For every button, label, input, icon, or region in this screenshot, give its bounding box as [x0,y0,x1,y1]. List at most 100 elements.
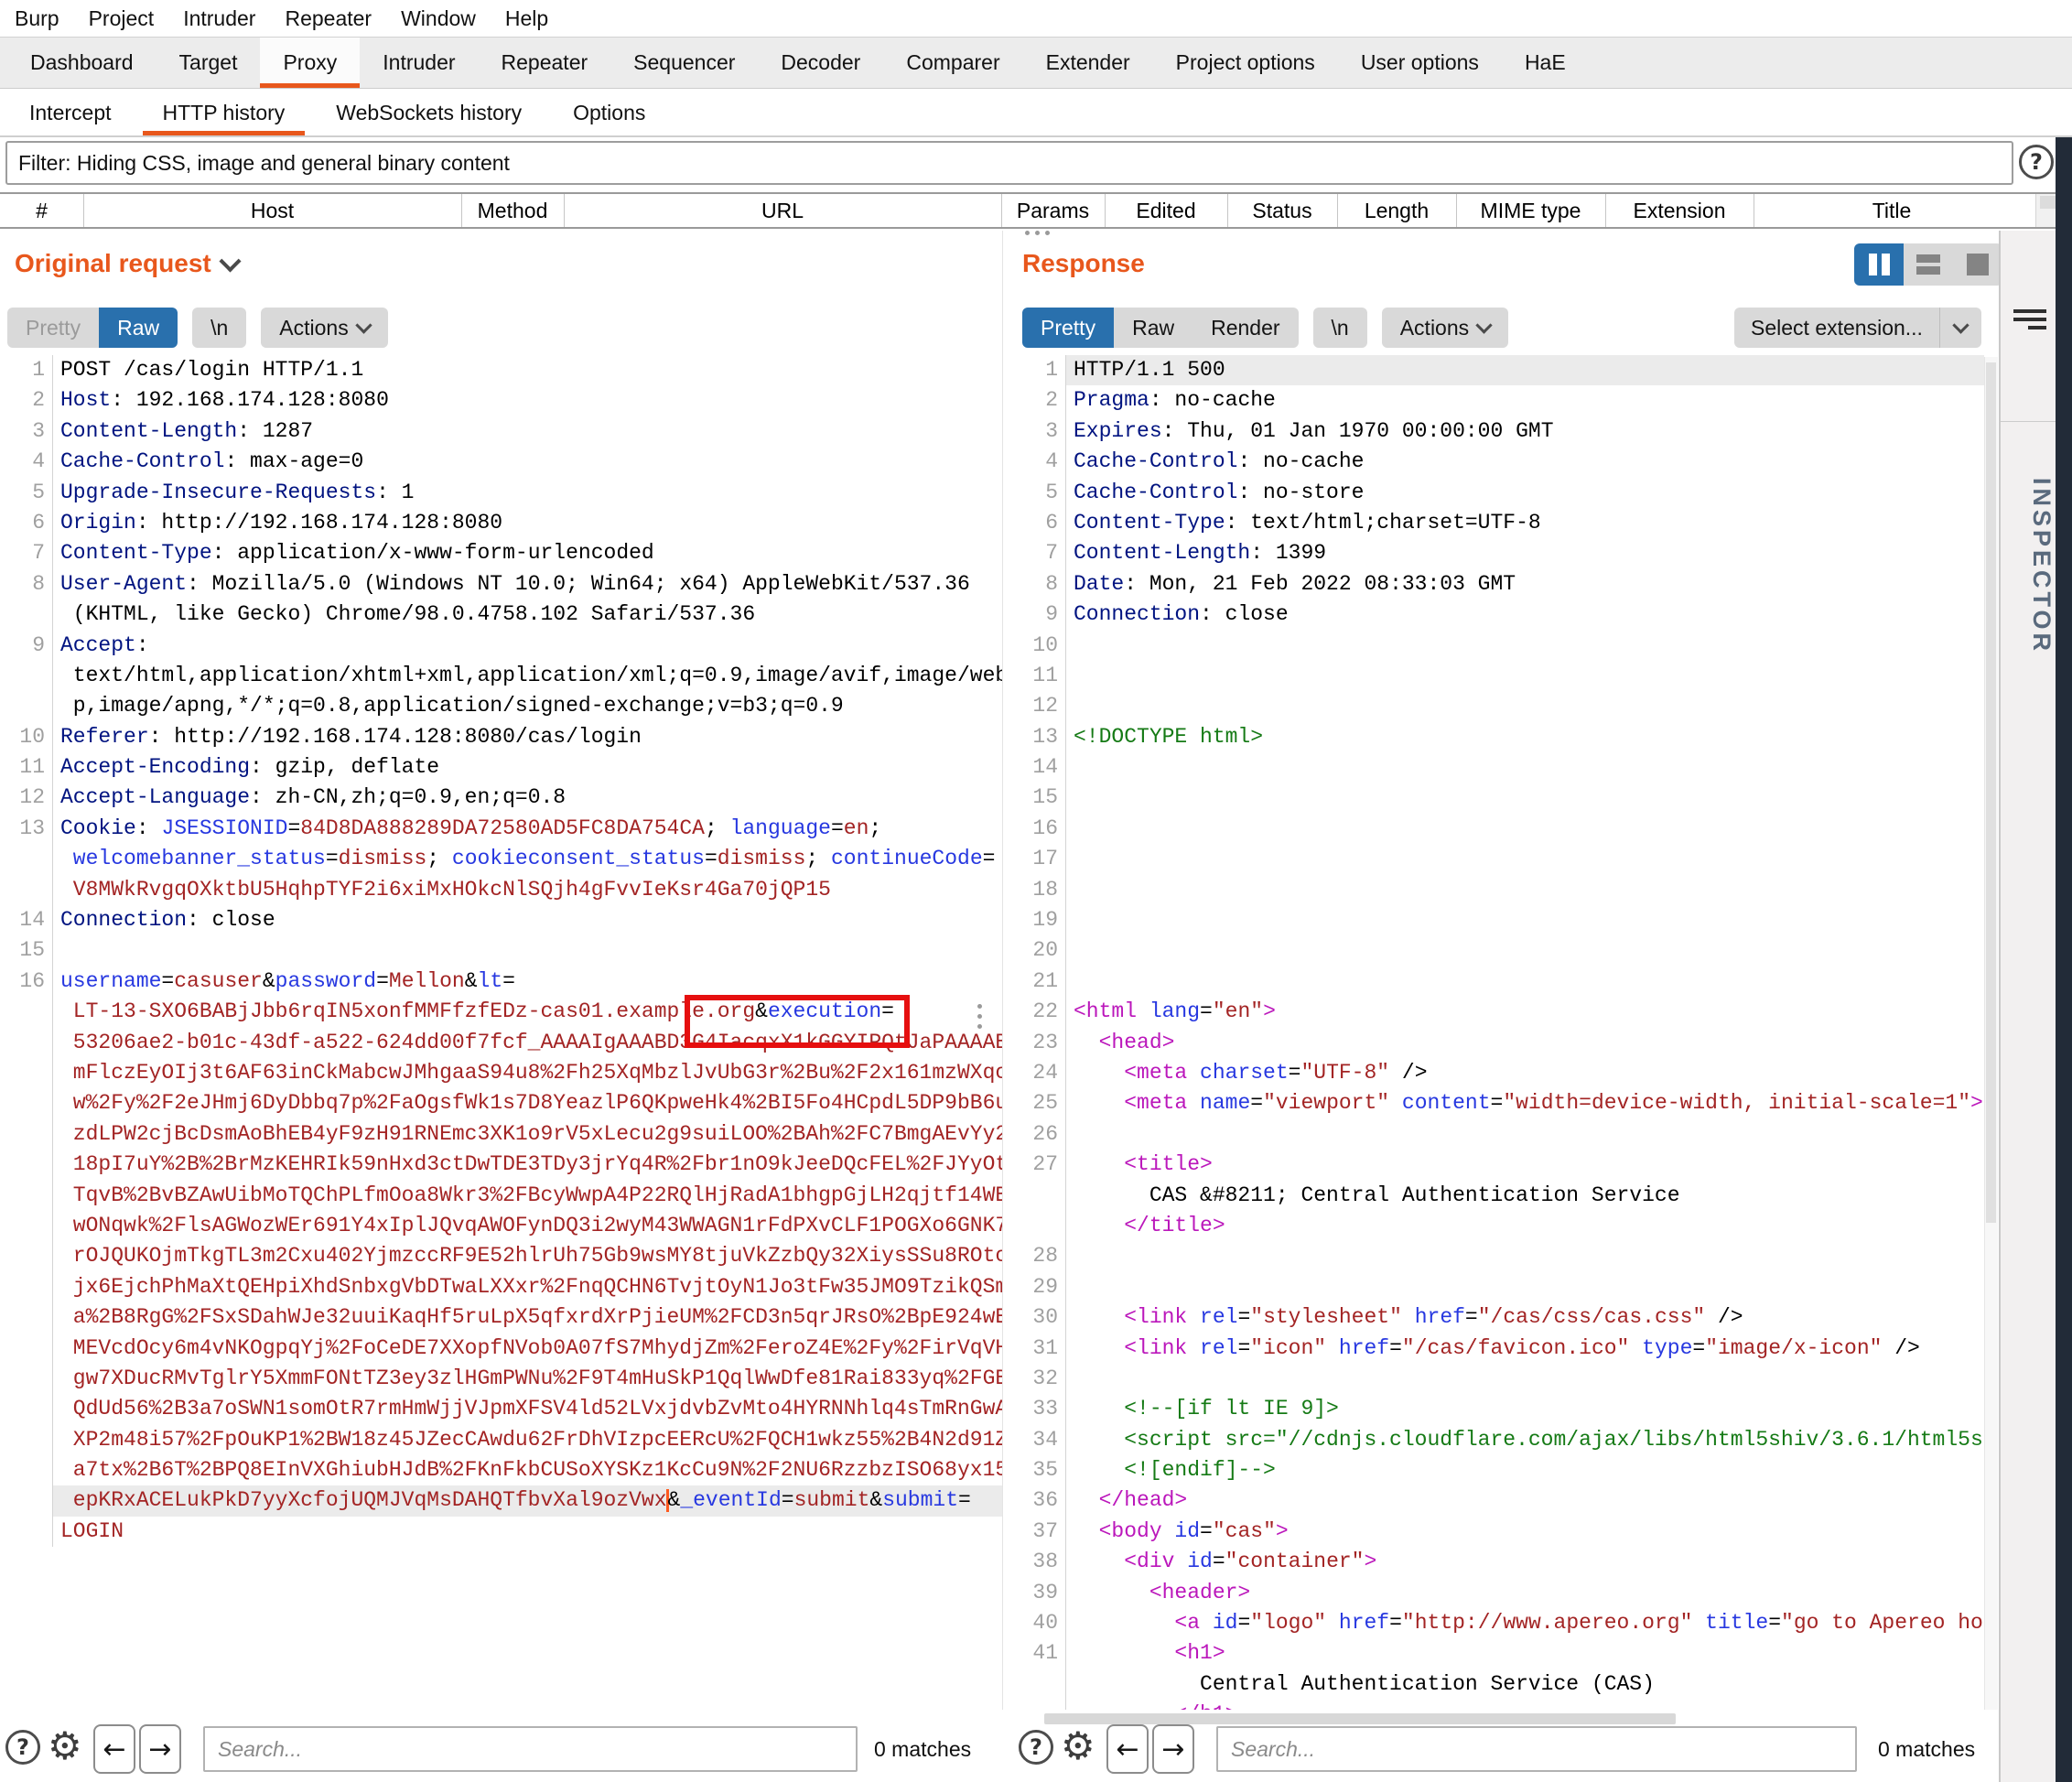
column-separator[interactable] [1456,194,1457,227]
menu-item-burp[interactable]: Burp [0,6,74,31]
column-separator[interactable] [1337,194,1338,227]
previous-match-button[interactable]: ← [1106,1724,1149,1774]
help-icon[interactable]: ? [2019,145,2054,179]
column-header-extension[interactable]: Extension [1605,194,1754,227]
code-row: QdUd56%2B3a7oSWN1somOtR7rmHmWjjVJpmXFSV4… [0,1394,1002,1424]
line-number: 19 [1013,905,1066,935]
code-row: CAS &#8211; Central Authentication Servi… [1013,1181,1984,1211]
tab-sequencer[interactable]: Sequencer [610,38,758,88]
n-tab-button[interactable]: \n [1313,308,1367,348]
raw-tab-button[interactable]: Raw [99,308,178,348]
column-header-mime-type[interactable]: MIME type [1456,194,1605,227]
tab-hae[interactable]: HaE [1502,38,1589,88]
response-vertical-scrollbar-thumb[interactable] [1986,362,1996,1223]
line-number [0,1485,53,1516]
column-header-host[interactable]: Host [83,194,461,227]
select-extension-dropdown[interactable]: Select extension... [1734,308,1981,348]
column-header-edited[interactable]: Edited [1105,194,1227,227]
line-number: 9 [1013,599,1066,630]
line-number [0,1394,53,1424]
response-panel-title: Response [1022,249,1145,278]
column-separator[interactable] [1105,194,1106,227]
menu-item-help[interactable]: Help [491,6,563,31]
column-header-method[interactable]: Method [461,194,564,227]
tab-options[interactable]: Options [547,90,671,135]
tab-proxy[interactable]: Proxy [260,38,360,88]
column-header-url[interactable]: URL [564,194,1001,227]
tab-http-history[interactable]: HTTP history [137,90,311,135]
gear-icon[interactable]: ⚙ [1061,1728,1095,1765]
line-number: 34 [1013,1425,1066,1455]
code-row: 8Date: Mon, 21 Feb 2022 08:33:03 GMT [1013,569,1984,599]
rows-layout-button[interactable] [1904,243,1953,286]
menu-item-project[interactable]: Project [74,6,169,31]
column-separator[interactable] [1001,194,1002,227]
line-number [0,1302,53,1333]
inspector-toggle[interactable] [2001,231,2056,422]
actions-tab-button[interactable]: Actions [1382,308,1508,348]
inspector-rail[interactable]: INSPECTOR [1999,231,2056,1782]
line-number: 36 [1013,1485,1066,1516]
next-match-button[interactable]: → [139,1724,181,1774]
pretty-tab-button[interactable]: Pretty [1022,308,1114,348]
tab-intruder[interactable]: Intruder [360,38,478,88]
n-tab-button[interactable]: \n [192,308,246,348]
search-input[interactable] [203,1726,858,1772]
tab-intercept[interactable]: Intercept [4,90,137,135]
next-match-button[interactable]: → [1152,1724,1194,1774]
line-number: 1 [0,355,53,385]
tab-target[interactable]: Target [156,38,261,88]
code-row: 19 [1013,905,1984,935]
code-row: 18pI7uY%2B%2BrMzKEHRIk59nHxd3ctDwTDE3TDy… [0,1150,1002,1180]
filter-bar[interactable]: Filter: Hiding CSS, image and general bi… [5,141,2013,185]
code-row: LOGIN [0,1517,1002,1547]
column-separator[interactable] [83,194,84,227]
menu-item-intruder[interactable]: Intruder [168,6,270,31]
gear-icon[interactable]: ⚙ [48,1728,82,1765]
render-tab-button[interactable]: Render [1192,308,1298,348]
column-separator[interactable] [461,194,462,227]
search-input[interactable] [1216,1726,1857,1772]
request-panel-title[interactable]: Original request [15,249,238,278]
help-icon[interactable]: ? [1019,1730,1053,1765]
columns-layout-button[interactable] [1854,243,1904,286]
code-row: a7tx%2B6T%2BPQ8EInVXGhiubHJdB%2FKnFkbCUS… [0,1455,1002,1485]
line-number: 12 [1013,691,1066,721]
response-editor[interactable]: 1HTTP/1.1 5002Pragma: no-cache3Expires: … [1013,355,1984,1710]
menu-item-repeater[interactable]: Repeater [270,6,386,31]
raw-tab-button[interactable]: Raw [1114,308,1192,348]
code-row: 12Accept-Language: zh-CN,zh;q=0.9,en;q=0… [0,783,1002,813]
line-number: 17 [1013,844,1066,874]
actions-tab-button[interactable]: Actions [261,308,387,348]
tab-websockets-history[interactable]: WebSockets history [310,90,547,135]
tab-user-options[interactable]: User options [1338,38,1502,88]
column-separator[interactable] [1227,194,1228,227]
horizontal-splitter-handle[interactable] [1025,231,1050,235]
help-icon[interactable]: ? [5,1730,40,1765]
column-header-[interactable]: # [0,194,83,227]
single-layout-button[interactable] [1953,243,2002,286]
previous-match-button[interactable]: ← [93,1724,135,1774]
tab-project-options[interactable]: Project options [1153,38,1338,88]
line-number [0,1334,53,1364]
column-separator[interactable] [564,194,565,227]
menu-item-window[interactable]: Window [386,6,491,31]
tab-dashboard[interactable]: Dashboard [7,38,156,88]
column-header-title[interactable]: Title [1754,194,2030,227]
line-number: 30 [1013,1302,1066,1333]
history-table-header[interactable]: #HostMethodURLParamsEditedStatusLengthMI… [0,192,2072,229]
code-row: XP2m48i57%2FpOuKP1%2BW18z45JZecCAwdu62Fr… [0,1425,1002,1455]
column-header-params[interactable]: Params [1001,194,1105,227]
tab-extender[interactable]: Extender [1023,38,1153,88]
tab-repeater[interactable]: Repeater [479,38,611,88]
line-number: 21 [1013,967,1066,997]
code-row: 16 [1013,814,1984,844]
column-header-length[interactable]: Length [1337,194,1456,227]
code-row: 41 <h1> [1013,1638,1984,1669]
tab-decoder[interactable]: Decoder [758,38,883,88]
tab-comparer[interactable]: Comparer [883,38,1022,88]
pretty-tab-button[interactable]: Pretty [7,308,99,348]
column-header-status[interactable]: Status [1227,194,1337,227]
vertical-splitter-handle[interactable] [977,1004,982,1029]
column-separator[interactable] [1605,194,1606,227]
